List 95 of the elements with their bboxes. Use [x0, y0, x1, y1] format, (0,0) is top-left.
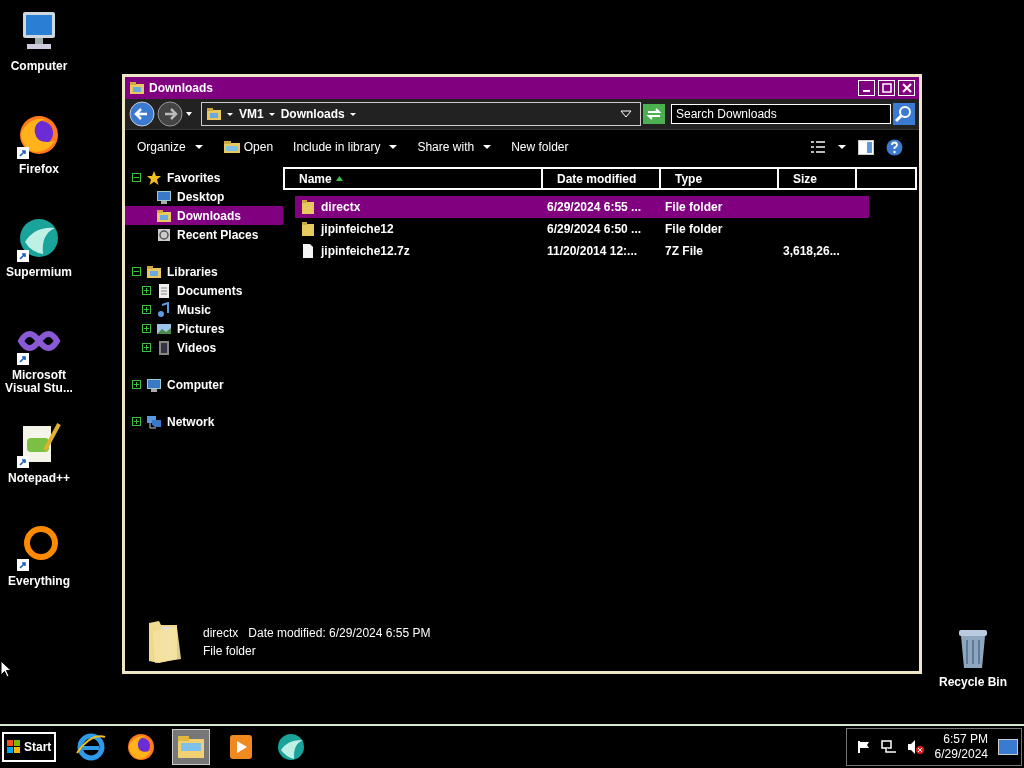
forward-button[interactable]: [157, 101, 183, 127]
monitor-icon: [146, 376, 162, 393]
monitor-icon: [156, 188, 172, 205]
nav-item[interactable]: Pictures: [177, 321, 225, 336]
column-header[interactable]: Name: [283, 169, 541, 188]
toolbar-button[interactable]: Organize: [137, 140, 203, 154]
table-cell: 11/20/2014 12:...: [547, 244, 638, 258]
nav-item[interactable]: Documents: [177, 283, 243, 298]
details-date: Date modified: 6/29/2024 6:55 PM: [248, 626, 431, 640]
windows-logo-icon[interactable]: [7, 740, 21, 754]
view-icon[interactable]: [810, 140, 826, 154]
table-cell: 7Z File: [665, 244, 703, 258]
nav-item[interactable]: Computer: [167, 377, 224, 392]
clock-date[interactable]: 6/29/2024: [934, 747, 988, 762]
nav-item[interactable]: Network: [167, 414, 215, 429]
toolbar-button[interactable]: Open: [222, 140, 274, 154]
folder-icon: [301, 199, 315, 215]
caret-icon[interactable]: [268, 110, 276, 118]
help-icon[interactable]: [886, 138, 903, 156]
file-name[interactable]: jipinfeiche12: [321, 222, 394, 236]
expand-icon[interactable]: [142, 305, 151, 314]
refresh-button[interactable]: [643, 104, 665, 124]
caret-icon[interactable]: [185, 110, 193, 118]
expand-icon[interactable]: [142, 343, 151, 352]
caret-icon[interactable]: [389, 144, 398, 150]
back-button[interactable]: [129, 101, 155, 127]
clock-time[interactable]: 6:57 PM: [943, 732, 988, 747]
caret-icon[interactable]: [194, 144, 203, 150]
folder-icon[interactable]: [222, 140, 241, 154]
show-desktop-button[interactable]: [998, 739, 1018, 755]
expand-icon[interactable]: [142, 324, 151, 333]
breadcrumb-item[interactable]: Downloads: [280, 107, 345, 121]
preview-pane-icon[interactable]: [858, 139, 874, 155]
nav-item[interactable]: Recent Places: [177, 227, 259, 242]
caret-icon[interactable]: [349, 110, 357, 118]
folder-icon: [146, 263, 162, 280]
details-name: directx: [203, 626, 239, 640]
search-field[interactable]: Search Downloads: [671, 104, 891, 124]
star-icon: [146, 169, 162, 186]
collapse-icon[interactable]: [132, 267, 141, 276]
window-title: Downloads: [149, 81, 214, 95]
desktop-icon-label[interactable]: Computer: [10, 60, 68, 73]
network-icon[interactable]: [880, 740, 897, 754]
column-header[interactable]: Date modified: [541, 169, 659, 188]
column-header[interactable]: Size: [777, 169, 855, 188]
nav-item[interactable]: Favorites: [167, 170, 221, 185]
desktop-icon-label[interactable]: Supermium: [6, 266, 72, 279]
folder-icon: [129, 80, 145, 96]
table-cell: File folder: [665, 200, 723, 214]
caret-icon[interactable]: [483, 144, 492, 150]
toolbar-button[interactable]: New folder: [511, 140, 569, 154]
nav-item[interactable]: Videos: [177, 340, 217, 355]
desktop-icon-label[interactable]: Microsoft Visual Stu...: [0, 369, 78, 395]
column-header[interactable]: Type: [659, 169, 777, 188]
details-type: File folder: [203, 644, 257, 658]
letter-e-icon[interactable]: [75, 731, 108, 763]
dropdown-icon[interactable]: [620, 110, 632, 118]
document-icon: [156, 282, 172, 299]
film-icon: [156, 339, 172, 356]
collapse-icon[interactable]: [132, 173, 141, 182]
nav-item[interactable]: Downloads: [177, 208, 241, 223]
folder-icon: [156, 207, 172, 224]
desktop-icon-label[interactable]: Everything: [8, 575, 70, 588]
flag-icon[interactable]: [856, 740, 871, 754]
table-cell: File folder: [665, 222, 723, 236]
network-icon: [146, 413, 162, 430]
folder-icon: [147, 619, 183, 665]
expand-icon[interactable]: [132, 417, 141, 426]
expand-icon[interactable]: [142, 286, 151, 295]
address-bar[interactable]: VM1 Downloads: [201, 102, 641, 126]
muted-speaker-icon[interactable]: [906, 739, 925, 755]
folder-icon: [301, 221, 315, 237]
breadcrumb-item[interactable]: VM1: [239, 107, 264, 121]
start-button[interactable]: Start: [2, 732, 57, 762]
nav-item[interactable]: Music: [177, 302, 211, 317]
file-name[interactable]: directx: [321, 200, 361, 214]
expand-icon[interactable]: [132, 380, 141, 389]
folder-icon: [206, 106, 222, 122]
file-name[interactable]: jipinfeiche12.7z: [321, 244, 410, 258]
desktop-icon-label[interactable]: Firefox: [19, 163, 59, 176]
toolbar-button[interactable]: Share with: [417, 140, 492, 154]
search-icon[interactable]: [893, 103, 915, 125]
caret-icon[interactable]: [838, 144, 846, 150]
table-cell: 6/29/2024 6:50 ...: [547, 222, 642, 236]
music-note-icon: [156, 301, 172, 318]
table-cell: 6/29/2024 6:55 ...: [547, 200, 642, 214]
caret-icon[interactable]: [227, 110, 234, 118]
file-icon: [301, 243, 315, 259]
desktop-icon-label[interactable]: Recycle Bin: [938, 676, 1007, 689]
nav-item[interactable]: Libraries: [167, 264, 218, 279]
toolbar-button[interactable]: Include in library: [293, 140, 398, 154]
desktop-icon-label[interactable]: Notepad++: [8, 472, 70, 485]
nav-item[interactable]: Desktop: [177, 189, 225, 204]
clock-icon: [156, 226, 172, 243]
table-cell: 3,618,26...: [783, 244, 840, 258]
